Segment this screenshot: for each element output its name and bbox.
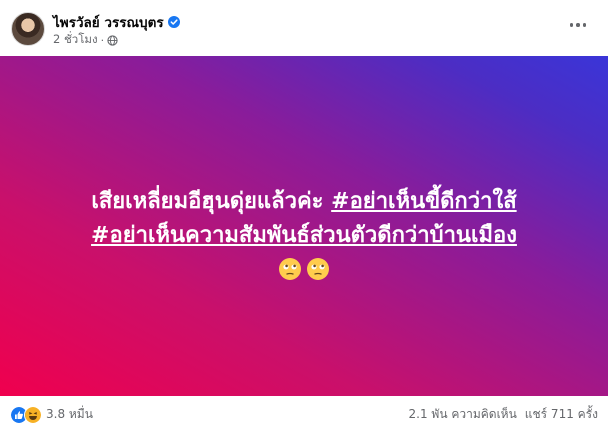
emoji-row — [278, 257, 330, 281]
post-time[interactable]: 2 ชั่วโมง — [53, 31, 98, 49]
comments-count-link[interactable]: 2.1 พัน ความคิดเห็น — [409, 405, 517, 424]
face-with-rolling-eyes-icon — [307, 258, 329, 281]
more-options-button[interactable] — [566, 17, 590, 33]
haha-icon — [24, 405, 42, 424]
status-background-banner: เสียเหลี่ยมอีฮุนดุ่ยแล้วค่ะ #อย่าเห็นขี้… — [0, 56, 608, 396]
hashtag-link-1[interactable]: #อย่าเห็นขี้ดีกว่าใส้ — [331, 189, 516, 214]
post-text: เสียเหลี่ยมอีฮุนดุ่ยแล้วค่ะ #อย่าเห็นขี้… — [71, 185, 537, 253]
meta-separator: · — [100, 33, 105, 47]
more-options-icon — [569, 23, 574, 27]
post-footer: 3.8 หมื่น 2.1 พัน ความคิดเห็น แชร์ 711 ค… — [0, 396, 608, 433]
author-row: ไพรวัลย์ วรรณบุตร — [53, 11, 180, 33]
shares-count-link[interactable]: แชร์ 711 ครั้ง — [525, 405, 598, 424]
verified-badge-icon — [167, 16, 180, 28]
post-text-plain: เสียเหลี่ยมอีฮุนดุ่ยแล้วค่ะ — [91, 188, 332, 214]
post-header: ไพรวัลย์ วรรณบุตร 2 ชั่วโมง · — [0, 0, 608, 56]
hashtag-link-2[interactable]: #อย่าเห็นความสัมพันธ์ส่วนตัวดีกว่าบ้านเม… — [91, 223, 517, 248]
facebook-post: ไพรวัลย์ วรรณบุตร 2 ชั่วโมง · เสียเหลี่ย… — [0, 0, 608, 433]
post-meta: 2 ชั่วโมง · — [53, 31, 118, 49]
author-name[interactable]: ไพรวัลย์ วรรณบุตร — [53, 11, 164, 33]
face-with-rolling-eyes-icon — [279, 258, 301, 281]
more-options-icon — [582, 23, 587, 27]
reaction-count: 3.8 หมื่น — [46, 407, 93, 421]
post-text-line-1: เสียเหลี่ยมอีฮุนดุ่ยแล้วค่ะ #อย่าเห็นขี้… — [91, 185, 517, 219]
reactions-summary[interactable]: 3.8 หมื่น — [10, 405, 93, 424]
engagement-stats: 2.1 พัน ความคิดเห็น แชร์ 711 ครั้ง — [409, 405, 598, 424]
post-text-line-2: #อย่าเห็นความสัมพันธ์ส่วนตัวดีกว่าบ้านเม… — [91, 219, 517, 253]
avatar[interactable] — [11, 12, 45, 46]
globe-icon[interactable] — [107, 34, 118, 46]
more-options-icon — [576, 23, 580, 27]
